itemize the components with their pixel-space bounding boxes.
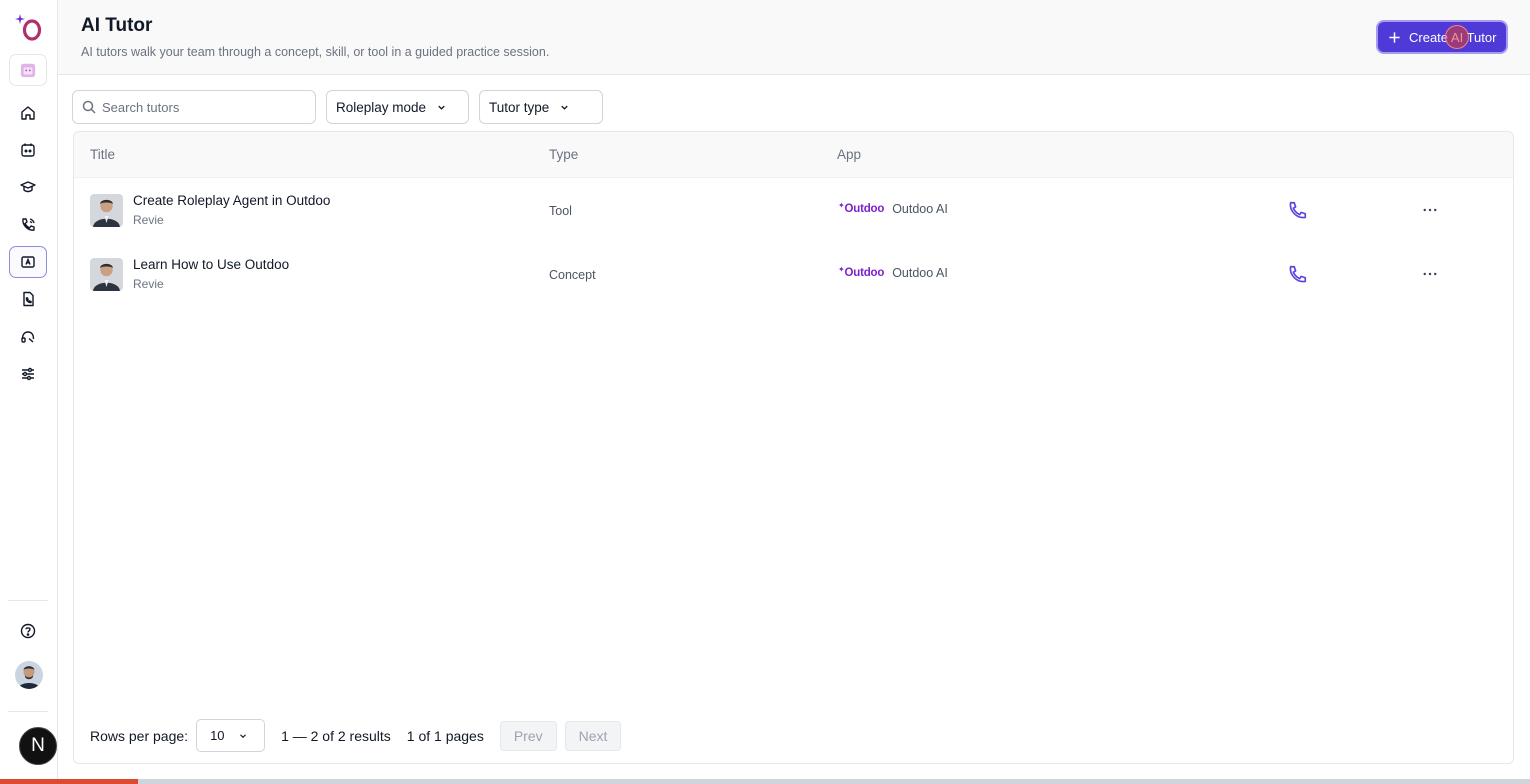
user-avatar[interactable] bbox=[15, 661, 43, 689]
roleplay-mode-dropdown[interactable]: Roleplay mode bbox=[326, 90, 469, 124]
sliders-icon bbox=[22, 367, 34, 381]
tutors-table: Title Type App Create Roleplay Agent in … bbox=[73, 131, 1514, 764]
column-header-title[interactable]: Title bbox=[90, 147, 115, 162]
page-title: AI Tutor bbox=[81, 15, 153, 36]
tutor-avatar bbox=[90, 258, 123, 291]
plus-icon bbox=[1389, 31, 1400, 43]
help-circle-icon bbox=[20, 623, 36, 639]
sidebar-divider bbox=[8, 600, 48, 601]
search-input[interactable] bbox=[102, 99, 302, 115]
sidebar bbox=[0, 0, 58, 784]
calendar-bot-icon bbox=[21, 143, 35, 157]
start-call-button[interactable] bbox=[1286, 264, 1310, 288]
sidebar-item-ai-tutor[interactable] bbox=[9, 246, 47, 278]
more-horizontal-icon bbox=[1423, 272, 1437, 276]
row-actions-button[interactable] bbox=[1418, 264, 1442, 284]
search-icon bbox=[82, 100, 96, 114]
tutor-type-dropdown[interactable]: Tutor type bbox=[479, 90, 603, 124]
progress-bar bbox=[0, 779, 1530, 784]
tutor-app: ✦Outdoo Outdoo AI bbox=[838, 201, 948, 216]
pagination: Rows per page: 10 1 — 2 of 2 results 1 o… bbox=[90, 719, 629, 752]
outdoo-logo-icon[interactable] bbox=[14, 12, 44, 42]
graduation-cap-icon bbox=[20, 181, 36, 193]
table-header: Title Type App bbox=[74, 132, 1513, 178]
sidebar-item-learning[interactable] bbox=[9, 171, 47, 203]
sidebar-item-call-scripts[interactable] bbox=[9, 283, 47, 315]
page-count: 1 of 1 pages bbox=[406, 727, 484, 744]
tutor-title[interactable]: Learn How to Use Outdoo bbox=[133, 257, 289, 272]
tutor-avatar bbox=[90, 194, 123, 227]
prev-page-button[interactable]: Prev bbox=[499, 720, 557, 751]
phone-icon bbox=[1289, 201, 1307, 219]
create-ai-tutor-button[interactable]: Create AI Tutor bbox=[1378, 22, 1506, 52]
tutor-type: Tool bbox=[549, 204, 572, 218]
outdoo-app-logo: ✦Outdoo bbox=[838, 265, 885, 279]
results-count: 1 — 2 of 2 results bbox=[281, 727, 391, 744]
document-phone-icon bbox=[23, 291, 34, 307]
outdoo-app-logo: ✦Outdoo bbox=[838, 201, 885, 215]
more-horizontal-icon bbox=[1423, 208, 1437, 212]
calendar-app-icon bbox=[20, 63, 36, 78]
search-tutors-field[interactable] bbox=[72, 90, 316, 124]
rows-per-page-select[interactable]: 10 bbox=[196, 719, 266, 752]
tutor-title[interactable]: Create Roleplay Agent in Outdoo bbox=[133, 193, 330, 208]
sidebar-item-settings[interactable] bbox=[9, 358, 47, 390]
help-button[interactable] bbox=[9, 615, 47, 647]
chevron-down-icon bbox=[438, 105, 445, 110]
cursor-indicator bbox=[1445, 25, 1469, 49]
tutor-type-label: Tutor type bbox=[489, 99, 550, 115]
row-actions-button[interactable] bbox=[1418, 200, 1442, 220]
tutor-app-name: Outdoo AI bbox=[892, 266, 948, 280]
tutor-type: Concept bbox=[549, 268, 596, 282]
phone-icon bbox=[1289, 265, 1307, 283]
tutor-app: ✦Outdoo Outdoo AI bbox=[838, 265, 948, 280]
rows-per-page-label: Rows per page: bbox=[90, 727, 189, 744]
tutor-app-name: Outdoo AI bbox=[892, 202, 948, 216]
rows-per-page-value: 10 bbox=[210, 728, 225, 743]
tutor-author: Revie bbox=[133, 277, 164, 291]
app-switcher-button[interactable] bbox=[9, 54, 47, 86]
sidebar-item-home[interactable] bbox=[9, 97, 47, 129]
home-icon bbox=[21, 106, 35, 120]
table-row[interactable]: Learn How to Use Outdoo Revie Concept ✦O… bbox=[74, 242, 1513, 306]
start-call-button[interactable] bbox=[1286, 200, 1310, 224]
chevron-down-icon bbox=[239, 733, 246, 738]
page-header: AI Tutor AI tutors walk your team throug… bbox=[58, 0, 1530, 75]
sidebar-item-calls[interactable] bbox=[9, 209, 47, 241]
next-page-button[interactable]: Next bbox=[564, 720, 622, 751]
page-subtitle: AI tutors walk your team through a conce… bbox=[81, 45, 550, 59]
phone-call-icon bbox=[22, 218, 35, 231]
column-header-type[interactable]: Type bbox=[549, 147, 578, 162]
chevron-down-icon bbox=[561, 105, 568, 110]
headset-icon bbox=[21, 331, 35, 343]
progress-bar-fill bbox=[0, 779, 138, 784]
sidebar-item-support[interactable] bbox=[9, 321, 47, 353]
next-badge[interactable]: N bbox=[19, 727, 57, 765]
tutor-author: Revie bbox=[133, 213, 164, 227]
column-header-app[interactable]: App bbox=[837, 147, 861, 162]
ai-tutor-icon bbox=[21, 256, 35, 268]
sidebar-divider bbox=[8, 711, 48, 712]
sidebar-item-roleplay[interactable] bbox=[9, 134, 47, 166]
roleplay-mode-label: Roleplay mode bbox=[336, 99, 427, 115]
table-row[interactable]: Create Roleplay Agent in Outdoo Revie To… bbox=[74, 178, 1513, 242]
